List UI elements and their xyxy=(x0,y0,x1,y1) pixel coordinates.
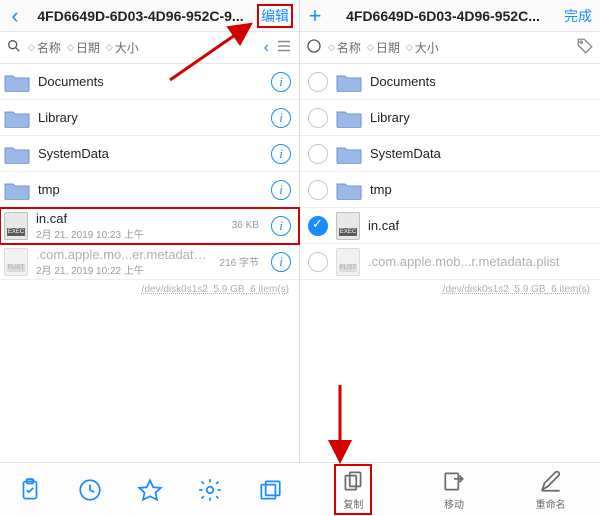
file-icon: EXEC xyxy=(336,212,360,240)
item-name: SystemData xyxy=(370,146,592,161)
rename-icon xyxy=(538,468,564,494)
list-item[interactable]: SystemData xyxy=(300,136,600,172)
plus-icon[interactable]: + xyxy=(306,3,324,29)
path-title: 4FD6649D-6D03-4D96-952C... xyxy=(324,8,562,24)
info-icon[interactable]: i xyxy=(271,72,291,92)
list-item[interactable]: tmp xyxy=(300,172,600,208)
folder-icon xyxy=(4,144,30,164)
list-item-incaf[interactable]: EXEC in.caf 2月 21, 2019 10:23 上午 36 KB i xyxy=(0,208,299,244)
file-list: Documents Library SystemData tmp EXEC in… xyxy=(300,64,600,516)
file-icon: EXEC xyxy=(4,212,28,240)
recent-button[interactable] xyxy=(77,477,103,503)
list-view-icon[interactable] xyxy=(275,37,293,58)
sort-size[interactable]: ◇大小 xyxy=(106,39,139,56)
gear-icon xyxy=(197,477,223,503)
search-icon[interactable] xyxy=(6,38,22,57)
info-icon[interactable]: i xyxy=(271,108,291,128)
item-name: Documents xyxy=(38,74,263,89)
item-name: in.caf xyxy=(368,218,592,233)
sort-date[interactable]: ◇日期 xyxy=(67,39,100,56)
item-name: Library xyxy=(38,110,263,125)
move-icon xyxy=(441,468,467,494)
folder-icon xyxy=(336,180,362,200)
copy-button[interactable]: 复制 xyxy=(334,464,372,515)
path-title: 4FD6649D-6D03-4D96-952C-9... xyxy=(24,8,257,24)
list-item[interactable]: PLIST .com.apple.mob...r.metadata.plist xyxy=(300,244,600,280)
folder-icon xyxy=(4,72,30,92)
list-item[interactable]: PLIST .com.apple.mo...er.metadata.plist … xyxy=(0,244,299,280)
file-icon: PLIST xyxy=(336,248,360,276)
sort-name[interactable]: ◇名称 xyxy=(28,39,61,56)
windows-button[interactable] xyxy=(257,477,283,503)
rename-button[interactable]: 重命名 xyxy=(536,468,566,511)
file-list: Documents i Library i SystemData i tmp i… xyxy=(0,64,299,516)
folder-icon xyxy=(4,108,30,128)
item-name: in.caf xyxy=(36,211,224,226)
select-circle[interactable] xyxy=(308,144,328,164)
item-name: Documents xyxy=(370,74,592,89)
clipboard-icon xyxy=(17,477,43,503)
list-item[interactable]: Documents xyxy=(300,64,600,100)
header: ‹ 4FD6649D-6D03-4D96-952C-9... 编辑 xyxy=(0,0,299,32)
chevron-left-icon[interactable]: ‹ xyxy=(264,39,269,57)
item-sub: 2月 21, 2019 10:23 上午 xyxy=(36,226,224,241)
edit-button[interactable]: 编辑 xyxy=(257,4,293,28)
item-name: tmp xyxy=(370,182,592,197)
clock-icon xyxy=(77,477,103,503)
sort-name[interactable]: ◇名称 xyxy=(328,39,361,56)
bottom-toolbar: 复制 移动 重命名 xyxy=(0,462,600,516)
clipboard-button[interactable] xyxy=(17,477,43,503)
info-icon[interactable]: i xyxy=(271,252,291,272)
footer-stats: /dev/disk0s1s2 5.9 GB 6 item(s) xyxy=(0,280,299,295)
windows-icon xyxy=(257,477,283,503)
file-icon: PLIST xyxy=(4,248,28,276)
move-label: 移动 xyxy=(444,496,464,511)
done-button[interactable]: 完成 xyxy=(562,6,594,26)
tag-icon[interactable] xyxy=(576,37,594,58)
move-button[interactable]: 移动 xyxy=(441,468,467,511)
select-circle[interactable] xyxy=(308,72,328,92)
item-name: Library xyxy=(370,110,592,125)
folder-icon xyxy=(4,180,30,200)
copy-label: 复制 xyxy=(343,496,363,511)
star-icon xyxy=(137,477,163,503)
info-icon[interactable]: i xyxy=(271,216,291,236)
select-circle[interactable] xyxy=(308,108,328,128)
info-icon[interactable]: i xyxy=(271,144,291,164)
item-sub: 2月 21, 2019 10:22 上午 xyxy=(36,262,212,277)
back-icon[interactable]: ‹ xyxy=(6,3,24,29)
sort-size[interactable]: ◇大小 xyxy=(406,39,439,56)
select-circle[interactable] xyxy=(308,252,328,272)
item-name: tmp xyxy=(38,182,263,197)
list-item[interactable]: Library i xyxy=(0,100,299,136)
list-item-incaf[interactable]: EXEC in.caf xyxy=(300,208,600,244)
left-screen: ‹ 4FD6649D-6D03-4D96-952C-9... 编辑 ◇名称 ◇日… xyxy=(0,0,300,516)
rename-label: 重命名 xyxy=(536,496,566,511)
select-circle[interactable] xyxy=(308,180,328,200)
folder-icon xyxy=(336,72,362,92)
list-item[interactable]: tmp i xyxy=(0,172,299,208)
favorite-button[interactable] xyxy=(137,477,163,503)
copy-icon xyxy=(340,468,366,494)
folder-icon xyxy=(336,108,362,128)
item-size: 36 KB xyxy=(232,220,259,231)
sort-date[interactable]: ◇日期 xyxy=(367,39,400,56)
item-name: .com.apple.mob...r.metadata.plist xyxy=(368,254,592,269)
settings-button[interactable] xyxy=(197,477,223,503)
list-item[interactable]: Library xyxy=(300,100,600,136)
select-all-icon[interactable] xyxy=(306,38,322,57)
header: + 4FD6649D-6D03-4D96-952C... 完成 xyxy=(300,0,600,32)
footer-stats: /dev/disk0s1s2 5.9 GB 6 item(s) xyxy=(300,280,600,295)
item-size: 216 字节 xyxy=(220,254,259,269)
select-circle-checked[interactable] xyxy=(308,216,328,236)
info-icon[interactable]: i xyxy=(271,180,291,200)
list-item[interactable]: SystemData i xyxy=(0,136,299,172)
item-name: .com.apple.mo...er.metadata.plist xyxy=(36,247,212,262)
item-name: SystemData xyxy=(38,146,263,161)
sort-bar: ◇名称 ◇日期 ◇大小 xyxy=(300,32,600,64)
sort-bar: ◇名称 ◇日期 ◇大小 ‹ xyxy=(0,32,299,64)
right-screen: + 4FD6649D-6D03-4D96-952C... 完成 ◇名称 ◇日期 … xyxy=(300,0,600,516)
list-item[interactable]: Documents i xyxy=(0,64,299,100)
folder-icon xyxy=(336,144,362,164)
